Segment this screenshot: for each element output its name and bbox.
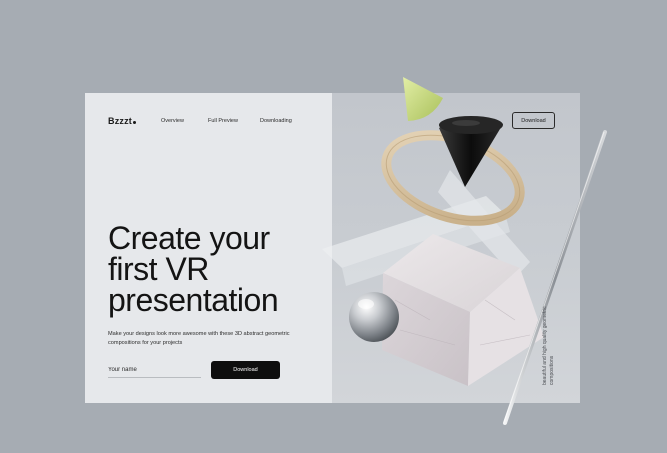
name-input[interactable]: [108, 363, 201, 378]
hero-download-button[interactable]: Download: [211, 361, 280, 379]
nav-item-downloading[interactable]: Downloading: [260, 118, 292, 124]
hero-title-line-1: Create your: [108, 220, 270, 256]
hero-title-line-3: presentation: [108, 282, 279, 318]
hero-title-line-2: first VR: [108, 251, 209, 287]
nav-item-overview[interactable]: Overview: [161, 118, 184, 124]
side-caption-line-2: compositions: [549, 355, 555, 385]
hero-subtitle: Make your designs look more awesome with…: [108, 331, 290, 346]
header-download-button[interactable]: Download: [512, 112, 555, 129]
hero-card: Bzzzt Overview Full Preview Downloading …: [85, 93, 580, 403]
hero-left-panel: Bzzzt Overview Full Preview Downloading …: [85, 93, 332, 403]
nav-item-full-preview[interactable]: Full Preview: [208, 118, 238, 124]
brand-logo-text: Bzzzt: [108, 116, 132, 126]
side-caption: beautiful and high quality geometric com…: [542, 265, 556, 385]
logo-dot-icon: [133, 121, 136, 124]
hero-title: Create your first VR presentation: [108, 220, 328, 318]
brand-logo[interactable]: Bzzzt: [108, 116, 136, 126]
side-caption-line-1: beautiful and high quality geometric: [542, 306, 548, 385]
